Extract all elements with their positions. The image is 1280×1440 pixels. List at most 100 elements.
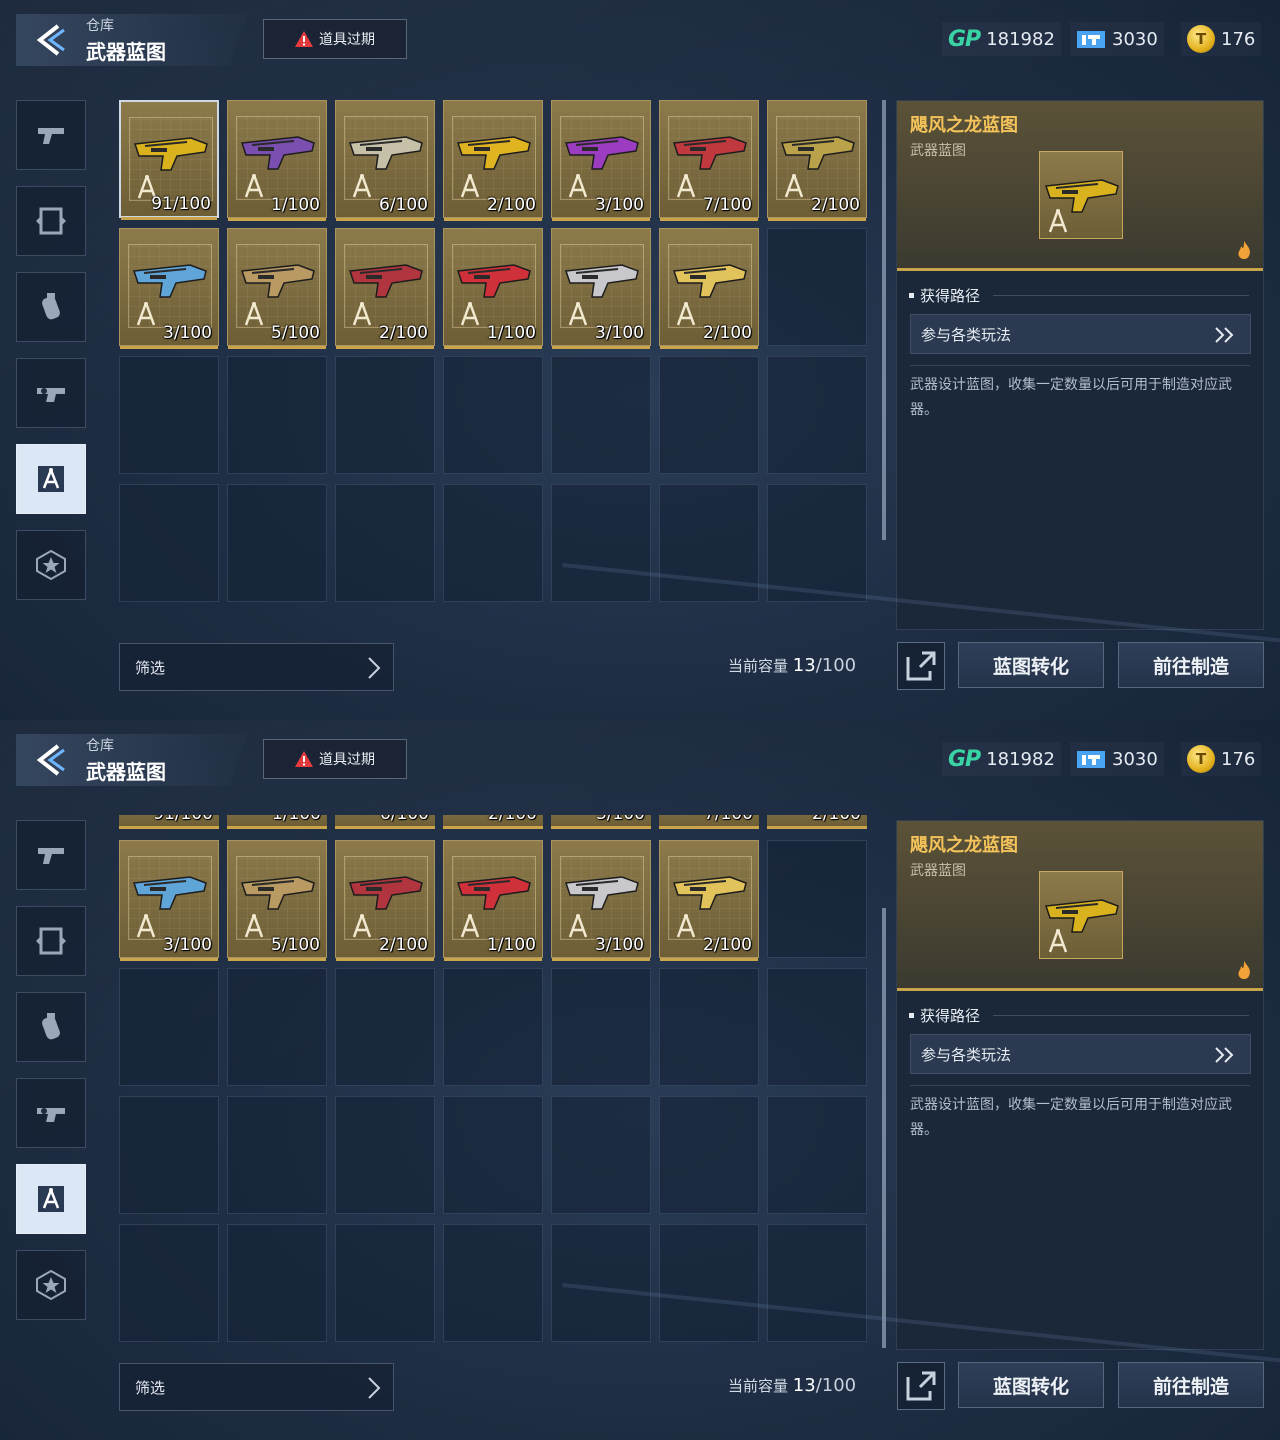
blueprint-slot[interactable]: 1/100 xyxy=(443,228,543,349)
blueprint-slot[interactable]: 2/100 xyxy=(443,100,543,221)
frame-icon xyxy=(36,207,66,235)
nav-badges[interactable] xyxy=(16,530,86,600)
slot-count: 2/100 xyxy=(812,815,861,824)
share-button[interactable] xyxy=(897,1362,945,1410)
filter-button[interactable]: 筛选 xyxy=(119,1363,394,1411)
blueprint-slot[interactable]: 7/100 xyxy=(659,100,759,221)
empty-slot xyxy=(119,1224,219,1342)
nav-firearms[interactable] xyxy=(16,100,86,170)
nav-badges[interactable] xyxy=(16,1250,86,1320)
breadcrumb: 仓库 xyxy=(86,738,114,754)
grenade-icon xyxy=(42,293,60,320)
grid-scrollbar[interactable] xyxy=(882,908,886,1348)
blueprint-icon xyxy=(244,174,264,198)
blueprint-icon xyxy=(244,302,264,326)
blueprint-slot[interactable]: 3/100 xyxy=(119,840,219,961)
blueprint-slot[interactable]: 5/100 xyxy=(227,228,327,349)
gp-amount: 181982 xyxy=(986,28,1055,50)
blueprint-slot-partial[interactable]: 91/100 xyxy=(119,815,219,829)
filter-button[interactable]: 筛选 xyxy=(119,643,394,691)
gp-balance[interactable]: GP 181982 xyxy=(942,742,1061,776)
nav-blueprints[interactable] xyxy=(16,1164,86,1234)
warning-icon xyxy=(295,31,313,47)
coin-balance[interactable]: T 176 xyxy=(1181,742,1261,776)
go-craft-button[interactable]: 前往制造 xyxy=(1118,1362,1264,1408)
item-description: 武器设计蓝图，收集一定数量以后可用于制造对应武器。 xyxy=(910,377,1232,418)
nav-firearms[interactable] xyxy=(16,820,86,890)
divider xyxy=(910,1085,1250,1086)
detail-panel: 飓风之龙蓝图 武器蓝图 获得路径 参与各类玩法 武器设计蓝图，收集一定数量以后可… xyxy=(896,820,1264,1350)
ticket-balance[interactable]: 3030 xyxy=(1070,22,1164,56)
blueprint-slot-partial[interactable]: 7/100 xyxy=(659,815,759,829)
blueprint-icon xyxy=(460,914,480,938)
blueprint-slot[interactable]: 3/100 xyxy=(551,228,651,349)
detail-item-name: 飓风之龙蓝图 xyxy=(910,835,1018,856)
slot-count: 2/100 xyxy=(811,195,860,215)
source-route-label: 参与各类玩法 xyxy=(921,1045,1012,1064)
expired-items-button[interactable]: 道具过期 xyxy=(263,739,407,779)
nav-throwables[interactable] xyxy=(16,992,86,1062)
back-arrow-icon[interactable] xyxy=(34,22,70,58)
grid-scrollbar[interactable] xyxy=(882,100,886,540)
blueprint-slot[interactable]: 3/100 xyxy=(551,100,651,221)
divider xyxy=(993,1015,1249,1016)
blueprint-slot[interactable]: 2/100 xyxy=(335,228,435,349)
blueprint-slot[interactable]: 3/100 xyxy=(119,228,219,349)
blueprint-slot[interactable]: 1/100 xyxy=(227,100,327,221)
gp-balance[interactable]: GP 181982 xyxy=(942,22,1061,56)
convert-blueprint-button[interactable]: 蓝图转化 xyxy=(958,642,1104,688)
slot-count: 5/100 xyxy=(271,935,320,955)
capacity-label: 当前容量 xyxy=(728,657,789,675)
blueprint-slot[interactable]: 2/100 xyxy=(659,228,759,349)
source-route-button[interactable]: 参与各类玩法 xyxy=(910,1034,1251,1074)
nav-attachments[interactable] xyxy=(16,1078,86,1148)
blueprint-slot[interactable]: 91/100 xyxy=(119,100,219,220)
blueprint-slot-partial[interactable]: 1/100 xyxy=(227,815,327,829)
blueprint-slot[interactable]: 2/100 xyxy=(767,100,867,221)
slot-count: 3/100 xyxy=(595,323,644,343)
source-title-text: 获得路径 xyxy=(920,1007,981,1025)
empty-slot xyxy=(227,484,327,602)
blueprint-icon xyxy=(352,174,372,198)
convert-blueprint-button[interactable]: 蓝图转化 xyxy=(958,1362,1104,1408)
blueprint-slot-partial[interactable]: 6/100 xyxy=(335,815,435,829)
blueprint-slot[interactable]: 3/100 xyxy=(551,840,651,961)
warning-icon xyxy=(295,751,313,767)
nav-skins[interactable] xyxy=(16,906,86,976)
blueprint-icon xyxy=(38,1186,64,1212)
empty-slot xyxy=(551,968,651,1086)
blueprint-slot[interactable]: 5/100 xyxy=(227,840,327,961)
source-route-button[interactable]: 参与各类玩法 xyxy=(910,314,1251,354)
nav-skins[interactable] xyxy=(16,186,86,256)
empty-slot xyxy=(443,356,543,474)
empty-slot xyxy=(551,484,651,602)
ticket-amount: 3030 xyxy=(1112,28,1158,50)
blueprint-slot-partial[interactable]: 2/100 xyxy=(767,815,867,829)
capacity-indicator: 当前容量 13/100 xyxy=(728,1375,856,1396)
slot-count: 5/100 xyxy=(271,323,320,343)
nav-throwables[interactable] xyxy=(16,272,86,342)
detail-header: 飓风之龙蓝图 武器蓝图 xyxy=(897,821,1263,991)
empty-slot xyxy=(335,356,435,474)
empty-slot xyxy=(659,968,759,1086)
blueprint-slot[interactable]: 1/100 xyxy=(443,840,543,961)
slot-count: 91/100 xyxy=(151,194,211,214)
blueprint-slot[interactable]: 6/100 xyxy=(335,100,435,221)
share-button[interactable] xyxy=(897,642,945,690)
coin-balance[interactable]: T 176 xyxy=(1181,22,1261,56)
expired-items-button[interactable]: 道具过期 xyxy=(263,19,407,59)
slot-count: 1/100 xyxy=(487,935,536,955)
empty-slot xyxy=(335,484,435,602)
empty-slot xyxy=(335,1096,435,1214)
go-craft-button[interactable]: 前往制造 xyxy=(1118,642,1264,688)
nav-blueprints[interactable] xyxy=(16,444,86,514)
blueprint-slot-partial[interactable]: 3/100 xyxy=(551,815,651,829)
blueprint-slot[interactable]: 2/100 xyxy=(659,840,759,961)
blueprint-slot[interactable]: 2/100 xyxy=(335,840,435,961)
nav-attachments[interactable] xyxy=(16,358,86,428)
back-arrow-icon[interactable] xyxy=(34,742,70,778)
blueprint-icon xyxy=(676,914,696,938)
ticket-balance[interactable]: 3030 xyxy=(1070,742,1164,776)
blueprint-slot-partial[interactable]: 2/100 xyxy=(443,815,543,829)
filter-label: 筛选 xyxy=(135,1378,166,1397)
